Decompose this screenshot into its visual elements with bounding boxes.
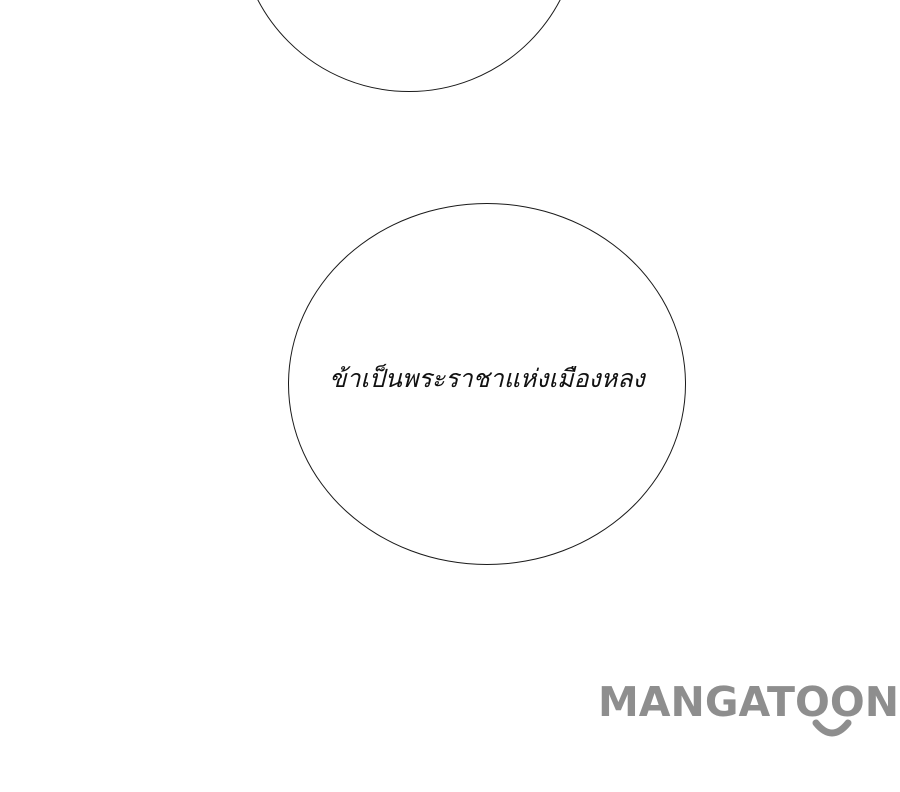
watermark-logo: MANGATOON [598,677,900,747]
smile-icon [812,719,852,737]
comic-panel: ข้าเป็นพระราชาแห่งเมืองหลง MANGATOON [0,0,900,792]
dialogue-text: ข้าเป็นพระราชาแห่งเมืองหลง [329,364,645,393]
speech-balloon: ข้าเป็นพระราชาแห่งเมืองหลง [288,203,686,565]
speech-balloon-partial [238,0,580,92]
